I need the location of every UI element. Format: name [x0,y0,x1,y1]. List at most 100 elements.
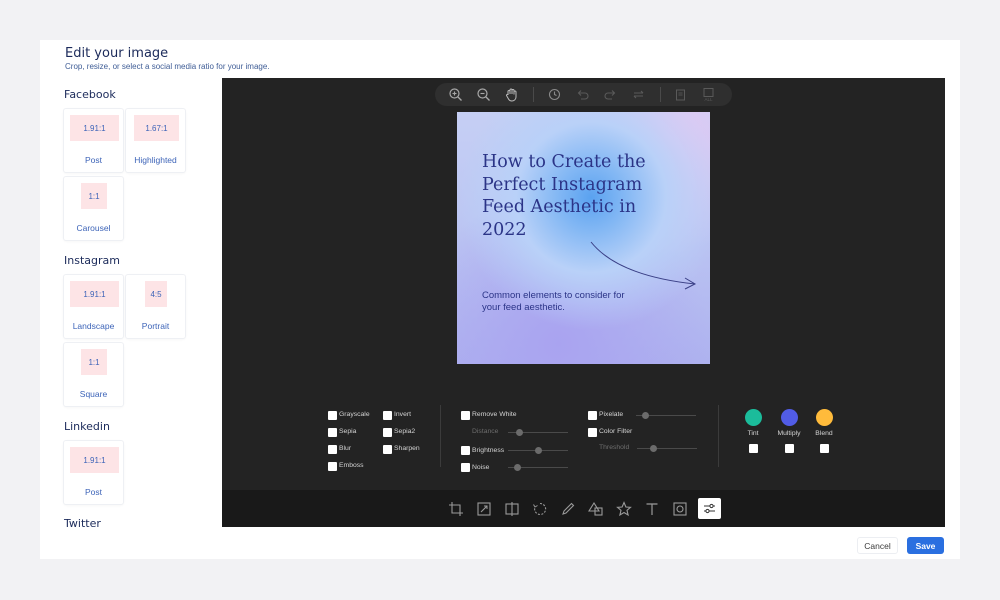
top-toolbar: ALL [435,83,732,106]
blend-checkbox[interactable] [820,444,829,453]
rotate-icon[interactable] [532,501,548,517]
ratio-label: Landscape [72,321,115,331]
section-title-facebook: Facebook [64,88,116,101]
ratio-label: Square [79,389,108,399]
ratio-label: Carousel [76,223,111,233]
noise-checkbox[interactable] [461,463,470,472]
blend-label: Blend [815,430,833,437]
toolbar-divider [660,87,661,102]
filter-icon[interactable] [698,498,721,519]
multiply-color-swatch[interactable] [781,409,798,426]
ratio-sidebar[interactable]: Facebook 1.91:1 Post 1.67:1 Highlighted … [40,78,222,527]
ratio-preview: 1.91:1 [70,115,119,141]
blur-checkbox[interactable] [328,445,337,454]
undo-icon[interactable] [575,87,590,102]
ratio-preview: 1.67:1 [134,115,179,141]
blend-color-swatch[interactable] [816,409,833,426]
delete-all-icon[interactable]: ALL [701,87,716,102]
ratio-card-instagram-landscape[interactable]: 1.91:1 Landscape [63,274,124,339]
pixelate-slider-handle[interactable] [642,412,649,419]
delete-all-text: ALL [704,97,713,102]
flip-icon[interactable] [504,501,520,517]
filter-label: Emboss [339,462,364,469]
shape-icon[interactable] [588,501,604,517]
tint-checkbox[interactable] [749,444,758,453]
grayscale-checkbox[interactable] [328,411,337,420]
text-icon[interactable] [644,501,660,517]
image-headline: How to Create the Perfect Instagram Feed… [482,152,646,240]
ratio-card-instagram-portrait[interactable]: 4:5 Portrait [125,274,186,339]
ratio-preview: 1:1 [81,349,107,375]
history-icon[interactable] [547,87,562,102]
sepia-checkbox[interactable] [328,428,337,437]
filter-label: Sepia2 [394,428,416,435]
zoom-out-icon[interactable] [476,87,491,102]
reset-icon[interactable] [631,87,646,102]
modal-subtitle: Crop, resize, or select a social media r… [65,62,270,71]
ratio-label: Portrait [141,321,170,331]
threshold-slider-handle[interactable] [650,445,657,452]
threshold-label: Threshold [599,444,630,451]
ratio-preview: 1.91:1 [70,447,119,473]
resize-icon[interactable] [476,501,492,517]
ratio-card-instagram-square[interactable]: 1:1 Square [63,342,124,407]
threshold-slider[interactable] [637,448,697,449]
filter-label: Brightness [472,447,505,454]
curved-arrow-graphic [590,241,697,290]
invert-checkbox[interactable] [383,411,392,420]
distance-label: Distance [472,428,499,435]
canvas-image[interactable]: How to Create the Perfect Instagram Feed… [457,112,710,364]
ratio-card-facebook-carousel[interactable]: 1:1 Carousel [63,176,124,241]
filter-label: Sepia [339,428,357,435]
modal-title: Edit your image [65,46,169,61]
ratio-label: Highlighted [134,155,177,165]
pixelate-checkbox[interactable] [588,411,597,420]
emboss-checkbox[interactable] [328,462,337,471]
section-title-instagram: Instagram [64,254,120,267]
mask-icon[interactable] [672,501,688,517]
sharpen-checkbox[interactable] [383,445,392,454]
ratio-card-facebook-post[interactable]: 1.91:1 Post [63,108,124,173]
section-title-linkedin: Linkedin [64,420,110,433]
toolbar-divider [533,87,534,102]
image-subtitle: Common elements to consider for your fee… [482,290,625,313]
ratio-card-linkedin-post[interactable]: 1.91:1 Post [63,440,124,505]
ratio-label: Post [84,155,102,165]
image-editor: ALL How to Create the Perfect Instagram … [222,78,945,527]
ratio-label: Post [84,487,102,497]
brightness-slider-handle[interactable] [535,447,542,454]
bottom-toolbar [222,490,945,527]
filter-label: Noise [472,464,490,471]
delete-icon[interactable] [673,87,688,102]
distance-slider-handle[interactable] [516,429,523,436]
zoom-in-icon[interactable] [448,87,463,102]
filter-label: Grayscale [339,411,370,418]
filter-label: Color Filter [599,428,633,435]
tint-color-swatch[interactable] [745,409,762,426]
filter-label: Invert [394,411,411,418]
brightness-checkbox[interactable] [461,446,470,455]
remove-white-checkbox[interactable] [461,411,470,420]
ratio-preview: 1:1 [81,183,107,209]
color-filter-checkbox[interactable] [588,428,597,437]
draw-icon[interactable] [560,501,576,517]
filter-label: Pixelate [599,411,624,418]
edit-image-modal: Edit your image Crop, resize, or select … [40,40,960,559]
filter-label: Sharpen [394,445,420,452]
ratio-preview: 1.91:1 [70,281,119,307]
ratio-card-facebook-highlighted[interactable]: 1.67:1 Highlighted [125,108,186,173]
star-icon[interactable] [616,501,632,517]
save-button[interactable]: Save [907,537,944,554]
filters-divider [718,405,719,467]
filters-divider [440,405,441,467]
noise-slider-handle[interactable] [514,464,521,471]
cancel-button[interactable]: Cancel [857,537,898,554]
redo-icon[interactable] [603,87,618,102]
hand-icon[interactable] [504,87,519,102]
filter-label: Blur [339,445,352,452]
crop-icon[interactable] [448,501,464,517]
multiply-checkbox[interactable] [785,444,794,453]
tint-label: Tint [747,430,759,437]
sepia2-checkbox[interactable] [383,428,392,437]
filter-label: Remove White [472,411,517,418]
